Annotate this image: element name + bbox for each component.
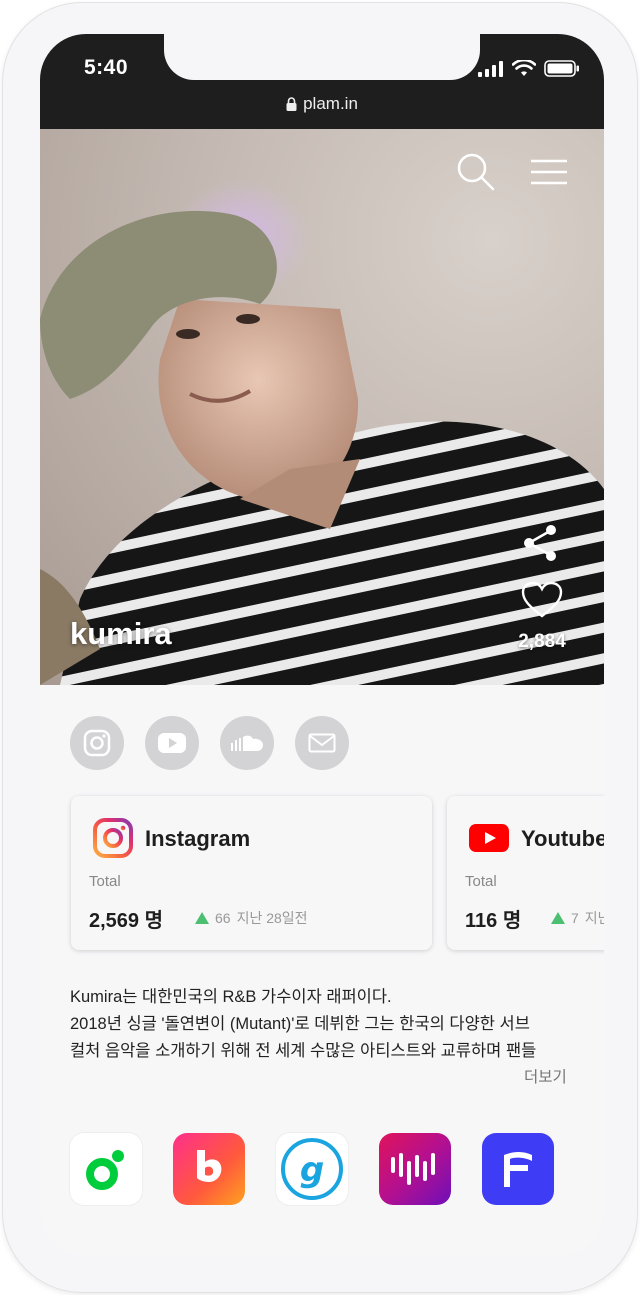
- up-arrow-icon: [551, 912, 565, 924]
- youtube-icon: [158, 733, 186, 753]
- flo-app-button[interactable]: [482, 1133, 554, 1205]
- artist-bio: Kumira는 대한민국의 R&B 가수이자 래퍼이다. 2018년 싱글 '돌…: [70, 984, 576, 1065]
- address-bar[interactable]: plam.in: [40, 94, 604, 114]
- card-follower-count: 116 명: [465, 910, 522, 932]
- card-delta-value: 66: [215, 910, 231, 926]
- browser-screen: 5:40 plam.in kumira 2,884 Instagram Tota…: [40, 34, 604, 1256]
- mail-icon: [308, 733, 336, 753]
- phone-frame: 5:40 plam.in kumira 2,884 Instagram Tota…: [2, 2, 638, 1293]
- youtube-stats-card[interactable]: Youtube Total 116 명 7 지난 28일전: [447, 796, 604, 950]
- card-platform-title: Youtube: [521, 826, 604, 851]
- youtube-link-button[interactable]: [145, 716, 199, 770]
- notch: [164, 34, 480, 80]
- wifi-icon: [512, 60, 536, 76]
- status-icons: [478, 60, 580, 77]
- card-delta-value: 7: [571, 910, 579, 926]
- menu-icon[interactable]: [530, 159, 568, 185]
- card-platform-title: Instagram: [145, 826, 251, 851]
- instagram-link-button[interactable]: [70, 716, 124, 770]
- url-text: plam.in: [303, 94, 358, 113]
- like-count: 2,884: [518, 631, 566, 652]
- card-delta-period: 지난 28일전: [236, 910, 308, 926]
- card-total-label: Total: [465, 873, 497, 890]
- instagram-logo-icon: [93, 818, 133, 858]
- card-delta-period: 지난 28일전: [584, 910, 604, 926]
- streaming-apps: g: [70, 1133, 554, 1205]
- flo-wave-app-button[interactable]: [379, 1133, 451, 1205]
- svg-text:g: g: [300, 1150, 324, 1190]
- lock-icon: [286, 97, 297, 111]
- genie-app-button[interactable]: g: [276, 1133, 348, 1205]
- bugs-app-button[interactable]: [173, 1133, 245, 1205]
- melon-icon: [86, 1150, 124, 1190]
- email-link-button[interactable]: [295, 716, 349, 770]
- search-icon[interactable]: [456, 152, 496, 192]
- soundcloud-icon: [231, 735, 263, 751]
- bio-line: 컬처 음악을 소개하기 위해 전 세계 수많은 아티스트와 교류하며 팬들: [70, 1042, 537, 1060]
- share-icon[interactable]: [521, 523, 559, 563]
- signal-icon: [478, 60, 503, 77]
- more-button[interactable]: 더보기: [524, 1065, 567, 1087]
- flo-icon: [504, 1152, 532, 1187]
- status-bar: 5:40 plam.in: [40, 34, 604, 129]
- artist-photo: [40, 179, 604, 685]
- instagram-icon: [83, 729, 111, 757]
- battery-icon: [544, 60, 579, 77]
- artist-name: kumira: [70, 616, 172, 651]
- card-total-label: Total: [89, 873, 121, 890]
- artist-hero-image: kumira 2,884: [40, 129, 604, 685]
- youtube-logo-icon: [469, 824, 509, 852]
- heart-icon[interactable]: [521, 581, 563, 619]
- melon-app-button[interactable]: [70, 1133, 142, 1205]
- flo-wave-icon: [391, 1153, 435, 1185]
- bio-line: Kumira는 대한민국의 R&B 가수이자 래퍼이다.: [70, 988, 392, 1006]
- card-delta: 7 지난 28일전: [551, 908, 604, 928]
- bugs-icon: [197, 1150, 222, 1182]
- instagram-stats-card[interactable]: Instagram Total 2,569 명 66 지난 28일전: [71, 796, 432, 950]
- card-follower-count: 2,569 명: [89, 910, 164, 932]
- status-time: 5:40: [84, 56, 129, 79]
- card-delta: 66 지난 28일전: [195, 908, 308, 928]
- genie-icon: g: [281, 1138, 343, 1200]
- up-arrow-icon: [195, 912, 209, 924]
- soundcloud-link-button[interactable]: [220, 716, 274, 770]
- bio-line: 2018년 싱글 '돌연변이 (Mutant)'로 데뷔한 그는 한국의 다양한…: [70, 1015, 530, 1033]
- social-links: [70, 716, 349, 770]
